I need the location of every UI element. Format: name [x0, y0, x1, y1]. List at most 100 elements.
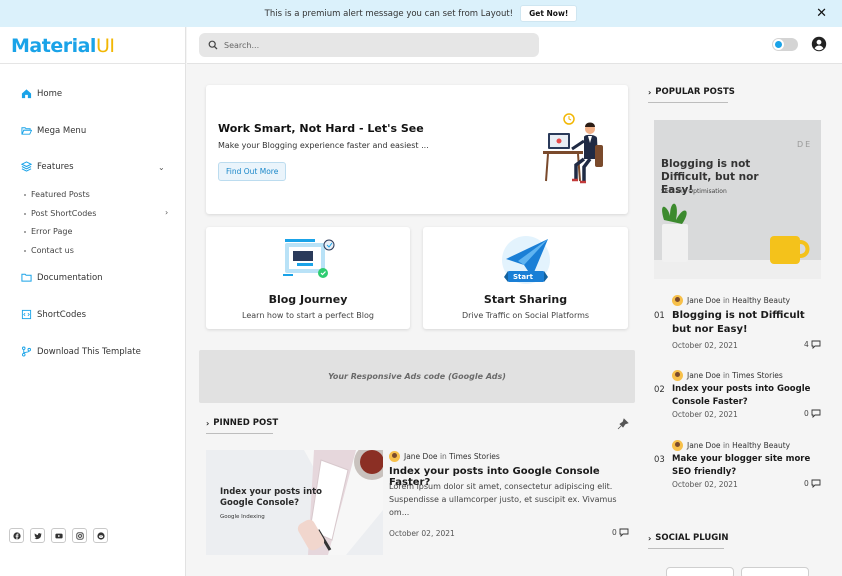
code-icon — [21, 309, 32, 320]
avatar — [672, 370, 683, 381]
category-link[interactable]: Healthy Beauty — [732, 296, 790, 305]
chevron-right-icon: › — [206, 418, 210, 428]
sidebar-item-features[interactable]: Features — [21, 161, 74, 172]
comment-count[interactable]: 0 — [612, 528, 629, 537]
sidebar-subitem-error-page[interactable]: Error Page — [24, 227, 72, 236]
sidebar-item-label: Documentation — [37, 272, 103, 283]
subitem-label: Contact us — [31, 246, 74, 255]
hero-subtitle: Make your Blogging experience faster and… — [218, 141, 429, 150]
sidebar-item-download-template[interactable]: Download This Template — [21, 346, 141, 357]
category-link[interactable]: Healthy Beauty — [732, 441, 790, 450]
chevron-down-icon[interactable]: ⌄ — [158, 163, 165, 172]
sidebar-subitem-featured-posts[interactable]: Featured Posts — [24, 190, 90, 199]
sidebar-subitem-post-shortcodes[interactable]: Post ShortCodes — [24, 209, 96, 218]
pinned-image-tag: Google Indexing — [220, 514, 265, 520]
sidebar-item-label: ShortCodes — [37, 309, 86, 320]
social-plugin-card[interactable] — [741, 567, 809, 576]
popular-post-number: 03 — [654, 455, 665, 465]
feature-title: Start Sharing — [483, 293, 568, 306]
sidebar-subitem-contact-us[interactable]: Contact us — [24, 246, 74, 255]
chevron-right-icon: › — [648, 533, 652, 543]
popular-post-title[interactable]: Make your blogger site more SEO friendly… — [672, 453, 822, 479]
sidebar-item-shortcodes[interactable]: ShortCodes — [21, 309, 86, 320]
avatar — [672, 440, 683, 451]
comment-count[interactable]: 0 — [804, 479, 821, 488]
category-link[interactable]: Times Stories — [732, 371, 783, 380]
section-title: POPULAR POSTS — [655, 87, 735, 97]
feature-subtitle: Learn how to start a perfect Blog — [242, 311, 374, 320]
sidebar-item-label: Mega Menu — [37, 125, 87, 136]
divider — [0, 63, 186, 64]
chevron-right-icon[interactable]: › — [165, 208, 168, 217]
close-icon[interactable]: ✕ — [816, 6, 827, 21]
get-now-button[interactable]: Get Now! — [520, 5, 578, 22]
comment-icon — [811, 340, 821, 349]
author-name[interactable]: Jane Doe — [404, 452, 438, 461]
subitem-label: Error Page — [31, 227, 73, 236]
subitem-label: Post ShortCodes — [31, 209, 97, 218]
instagram-icon[interactable] — [72, 528, 87, 543]
hero-card: Work Smart, Not Hard - Let's See Make yo… — [206, 85, 628, 214]
category-link[interactable]: Times Stories — [449, 452, 500, 461]
pinned-post-date: October 02, 2021 — [389, 529, 455, 538]
reddit-icon[interactable] — [93, 528, 108, 543]
comment-icon — [811, 479, 821, 488]
comment-count[interactable]: 0 — [804, 409, 821, 418]
section-underline — [648, 102, 728, 103]
twitter-icon[interactable] — [30, 528, 45, 543]
pinned-post-meta: Jane Doe in Times Stories — [389, 451, 500, 462]
social-plugin-card[interactable] — [666, 567, 734, 576]
meta-in: in — [722, 296, 730, 305]
popular-post-number: 02 — [654, 385, 665, 395]
comment-icon — [619, 528, 629, 537]
popular-post-date: October 02, 2021 — [672, 341, 738, 350]
feature-card-blog-journey[interactable]: Blog Journey Learn how to start a perfec… — [206, 227, 410, 329]
dark-mode-toggle[interactable] — [772, 38, 798, 51]
comment-number: 0 — [804, 479, 809, 488]
avatar — [672, 295, 683, 306]
popular-post-meta: Jane Doe in Times Stories — [672, 370, 783, 381]
logo-text: aterial — [29, 35, 96, 57]
popular-posts-heading: › POPULAR POSTS — [648, 87, 735, 97]
popular-post-meta: Jane Doe in Healthy Beauty — [672, 440, 790, 451]
popular-post-title[interactable]: Index your posts into Google Console Fas… — [672, 383, 822, 409]
search-input[interactable] — [224, 40, 524, 50]
popular-post-image[interactable]: Blogging is not Difficult, but nor Easy!… — [654, 120, 821, 279]
section-title: SOCIAL PLUGIN — [655, 533, 729, 543]
top-bar — [187, 27, 842, 64]
youtube-icon[interactable] — [51, 528, 66, 543]
social-plugin-heading: › SOCIAL PLUGIN — [648, 533, 729, 543]
section-title: PINNED POST — [213, 418, 279, 428]
logo-ui: UI — [95, 35, 115, 57]
search-bar[interactable] — [199, 33, 539, 57]
pinned-post-excerpt: Lorem ipsum dolor sit amet, consectetur … — [389, 482, 617, 517]
feature-card-start-sharing[interactable]: Start Start Sharing Drive Traffic on Soc… — [423, 227, 628, 329]
pinned-image-title: Index your posts into Google Console? — [220, 487, 323, 508]
meta-in: in — [722, 441, 730, 450]
office-worker-illustration — [543, 113, 603, 184]
section-underline — [206, 433, 273, 434]
sidebar-item-mega-menu[interactable]: Mega Menu — [21, 125, 86, 136]
feature-subtitle: Drive Traffic on Social Platforms — [461, 311, 590, 320]
avatar — [389, 451, 400, 462]
author-name[interactable]: Jane Doe — [687, 296, 721, 305]
sidebar-item-home[interactable]: Home — [21, 88, 62, 99]
find-out-more-button[interactable]: Find Out More — [218, 162, 287, 181]
layers-icon — [21, 161, 32, 172]
pinned-post-heading: › PINNED POST — [206, 418, 278, 428]
comment-number: 4 — [804, 340, 809, 349]
popular-post-title[interactable]: Blogging is not Difficult but nor Easy! — [672, 309, 822, 337]
author-name[interactable]: Jane Doe — [687, 441, 721, 450]
facebook-icon[interactable] — [9, 528, 24, 543]
user-account-icon[interactable] — [811, 36, 827, 52]
sidebar-item-label: Download This Template — [37, 346, 141, 357]
sidebar-item-documentation[interactable]: Documentation — [21, 272, 103, 283]
comment-count[interactable]: 4 — [804, 340, 821, 349]
start-badge-label: Start — [513, 273, 533, 281]
sidebar-item-label: Features — [37, 161, 74, 172]
home-icon — [21, 88, 32, 99]
pinned-post-image[interactable]: Index your posts into Google Console? Go… — [206, 450, 383, 555]
author-name[interactable]: Jane Doe — [687, 371, 721, 380]
comment-number: 0 — [804, 409, 809, 418]
site-logo[interactable]: MaterialUI — [11, 35, 115, 57]
